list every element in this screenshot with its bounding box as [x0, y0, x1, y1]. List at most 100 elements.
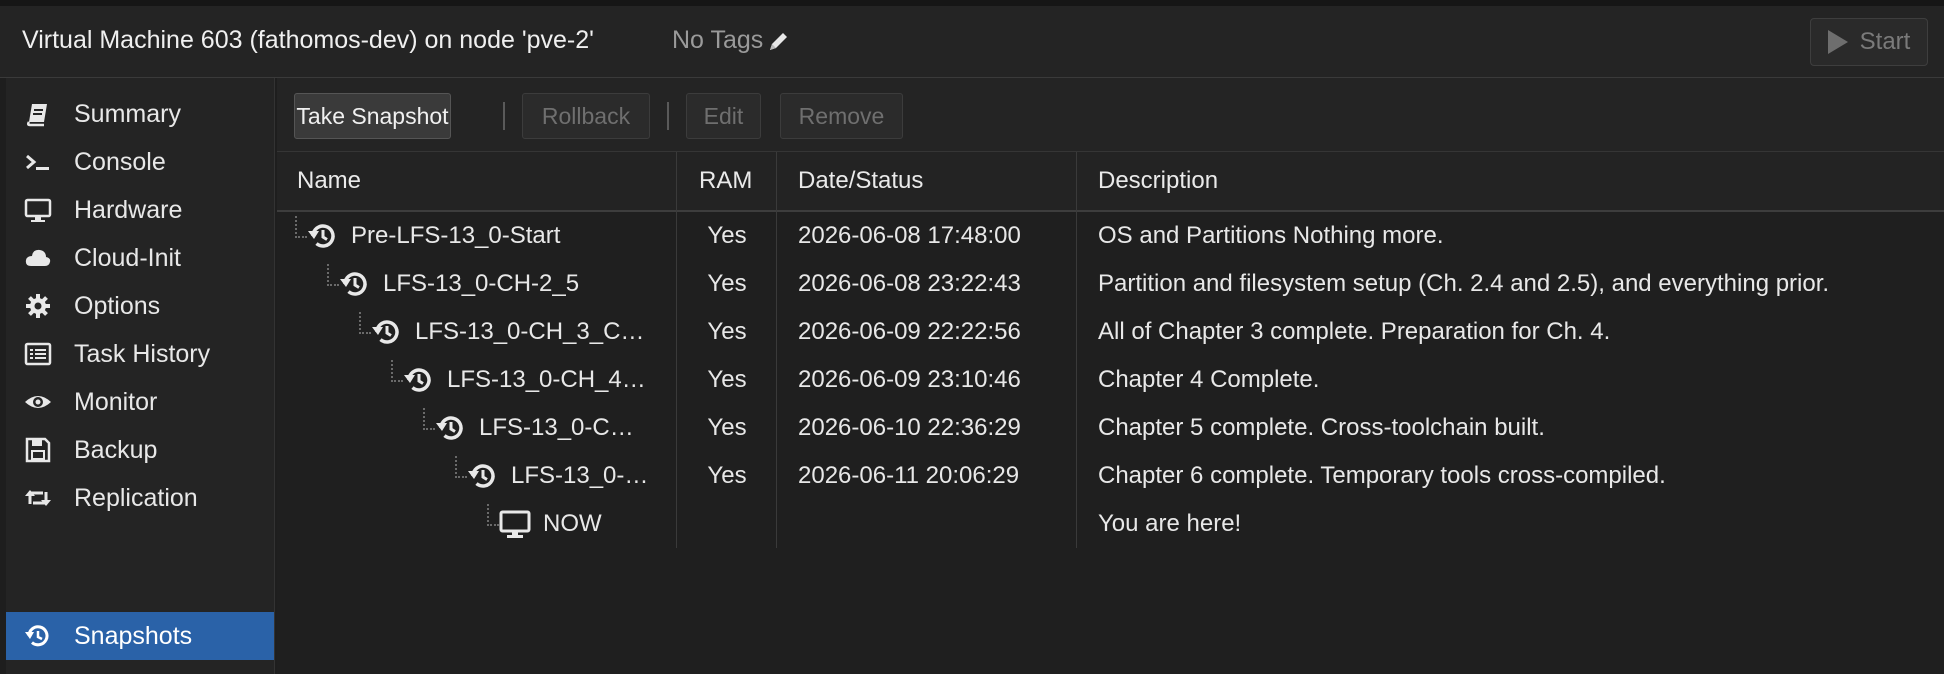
snapshot-name: LFS-13_0-CH_4… — [447, 366, 646, 393]
sidebar-item-backup[interactable]: Backup — [6, 426, 274, 474]
vm-header: Virtual Machine 603 (fathomos-dev) on no… — [0, 6, 1944, 78]
sidebar-item-label: Cloud-Init — [74, 243, 181, 272]
grid-header: Name RAM Date/Status Description — [277, 152, 1944, 212]
history-icon — [22, 620, 54, 652]
snapshot-date: 2026-06-09 23:10:46 — [798, 366, 1021, 393]
snapshot-name-cell: LFS-13_0-C… — [277, 404, 677, 452]
pencil-icon[interactable] — [767, 29, 791, 53]
take-snapshot-button[interactable]: Take Snapshot — [294, 93, 451, 139]
toolbar-separator — [667, 102, 669, 130]
tags-editor[interactable]: No Tags — [672, 26, 791, 55]
remove-button[interactable]: Remove — [780, 93, 903, 139]
snapshot-name-cell: Pre-LFS-13_0-Start — [277, 212, 677, 260]
column-header-description[interactable]: Description — [1077, 152, 1944, 210]
snapshot-row[interactable]: LFS-13_0-CH_4… Yes 2026-06-09 23:10:46 Chap… — [277, 356, 1944, 404]
history-icon — [403, 364, 435, 396]
history-icon — [467, 460, 499, 492]
snapshot-date: 2026-06-09 22:22:56 — [798, 318, 1021, 345]
sidebar-item-monitor[interactable]: Monitor — [6, 378, 274, 426]
tree-connector — [423, 408, 435, 430]
snapshot-description: Chapter 4 Complete. — [1098, 366, 1320, 393]
snapshot-ram: Yes — [707, 462, 747, 489]
tree-connector — [295, 216, 307, 238]
monitor-icon — [22, 194, 54, 226]
snapshot-ram: Yes — [707, 222, 747, 249]
snapshot-description: Chapter 6 complete. Temporary tools cros… — [1098, 462, 1666, 489]
start-button[interactable]: Start — [1810, 18, 1928, 66]
sidebar-item-hardware[interactable]: Hardware — [6, 186, 274, 234]
page-title: Virtual Machine 603 (fathomos-dev) on no… — [22, 26, 594, 54]
snapshot-name-cell: LFS-13_0-CH-2_5 — [277, 260, 677, 308]
snapshot-description: All of Chapter 3 complete. Preparation f… — [1098, 318, 1611, 345]
tree-connector — [455, 456, 467, 478]
snapshot-row[interactable]: LFS-13_0-CH-2_5 Yes 2026-06-08 23:22:43 Par… — [277, 260, 1944, 308]
sidebar: Summary Console Hardware Cloud-Init Opti… — [6, 78, 275, 674]
play-icon — [1827, 30, 1848, 54]
sidebar-item-options[interactable]: Options — [6, 282, 274, 330]
snapshot-ram — [677, 500, 777, 548]
book-icon — [22, 98, 54, 130]
edit-button[interactable]: Edit — [686, 93, 761, 139]
snapshot-name: NOW — [543, 510, 602, 537]
sidebar-item-label: Console — [74, 147, 166, 176]
snapshot-row[interactable]: Pre-LFS-13_0-Start Yes 2026-06-08 17:48:00… — [277, 212, 1944, 260]
snapshots-panel: Take Snapshot Rollback Edit Remove Name … — [277, 78, 1944, 674]
tree-connector — [487, 504, 499, 526]
snapshot-description: OS and Partitions Nothing more. — [1098, 222, 1444, 249]
sidebar-item-summary[interactable]: Summary — [6, 90, 274, 138]
sidebar-item-console[interactable]: Console — [6, 138, 274, 186]
snapshot-date: 2026-06-08 23:22:43 — [798, 270, 1021, 297]
sidebar-item-label: Summary — [74, 99, 181, 128]
floppy-icon — [22, 434, 54, 466]
snapshot-name-cell: LFS-13_0-… — [277, 452, 677, 500]
sidebar-item-cloud-init[interactable]: Cloud-Init — [6, 234, 274, 282]
snapshot-date: 2026-06-10 22:36:29 — [798, 414, 1021, 441]
sidebar-item-label: Monitor — [74, 387, 158, 416]
sidebar-item-label: Options — [74, 291, 161, 320]
snapshot-ram: Yes — [707, 270, 747, 297]
snapshot-name: LFS-13_0-CH-2_5 — [383, 270, 580, 297]
snapshot-date: 2026-06-11 20:06:29 — [798, 462, 1020, 489]
snapshot-description: Partition and filesystem setup (Ch. 2.4 … — [1098, 270, 1830, 297]
start-label: Start — [1859, 28, 1911, 55]
snapshot-date — [777, 500, 1077, 548]
list-icon — [22, 338, 54, 370]
tree-connector — [391, 360, 403, 382]
eye-icon — [22, 386, 54, 418]
snapshot-row[interactable]: LFS-13_0-CH_3_C… Yes 2026-06-09 22:22:56 Al… — [277, 308, 1944, 356]
history-icon — [371, 316, 403, 348]
snapshot-description: You are here! — [1098, 510, 1242, 537]
column-header-name[interactable]: Name — [277, 152, 677, 210]
cloud-icon — [22, 242, 54, 274]
snapshot-name: LFS-13_0-C… — [479, 414, 634, 441]
snapshot-name-cell: LFS-13_0-CH_3_C… — [277, 308, 677, 356]
column-header-date[interactable]: Date/Status — [777, 152, 1077, 210]
history-icon — [435, 412, 467, 444]
snapshot-name: LFS-13_0-CH_3_C… — [415, 318, 645, 345]
sidebar-item-task-history[interactable]: Task History — [6, 330, 274, 378]
sidebar-item-label: Backup — [74, 435, 158, 464]
snapshot-ram: Yes — [707, 414, 747, 441]
snapshot-name-cell: LFS-13_0-CH_4… — [277, 356, 677, 404]
snapshot-name: Pre-LFS-13_0-Start — [351, 222, 561, 249]
rollback-button[interactable]: Rollback — [522, 93, 650, 139]
snapshot-row[interactable]: LFS-13_0-C… Yes 2026-06-10 22:36:29 Chapter… — [277, 404, 1944, 452]
tags-label: No Tags — [672, 26, 764, 54]
snapshot-name: LFS-13_0-… — [511, 462, 649, 489]
retweet-icon — [22, 482, 54, 514]
sidebar-item-label: Hardware — [74, 195, 183, 224]
sidebar-item-snapshots[interactable]: Snapshots — [6, 612, 274, 660]
tree-connector — [359, 312, 371, 334]
current-state-row[interactable]: NOW You are here! — [277, 500, 1944, 548]
sidebar-item-label: Snapshots — [74, 621, 193, 650]
sidebar-item-replication[interactable]: Replication — [6, 474, 274, 522]
monitor-icon — [499, 508, 531, 540]
history-icon — [339, 268, 371, 300]
sidebar-item-label: Task History — [74, 339, 211, 368]
sidebar-item-label: Replication — [74, 483, 198, 512]
column-header-ram[interactable]: RAM — [677, 152, 777, 210]
snapshot-name-cell: NOW — [277, 500, 677, 548]
snapshot-date: 2026-06-08 17:48:00 — [798, 222, 1021, 249]
terminal-icon — [22, 146, 54, 178]
snapshot-row[interactable]: LFS-13_0-… Yes 2026-06-11 20:06:29 Chapter … — [277, 452, 1944, 500]
